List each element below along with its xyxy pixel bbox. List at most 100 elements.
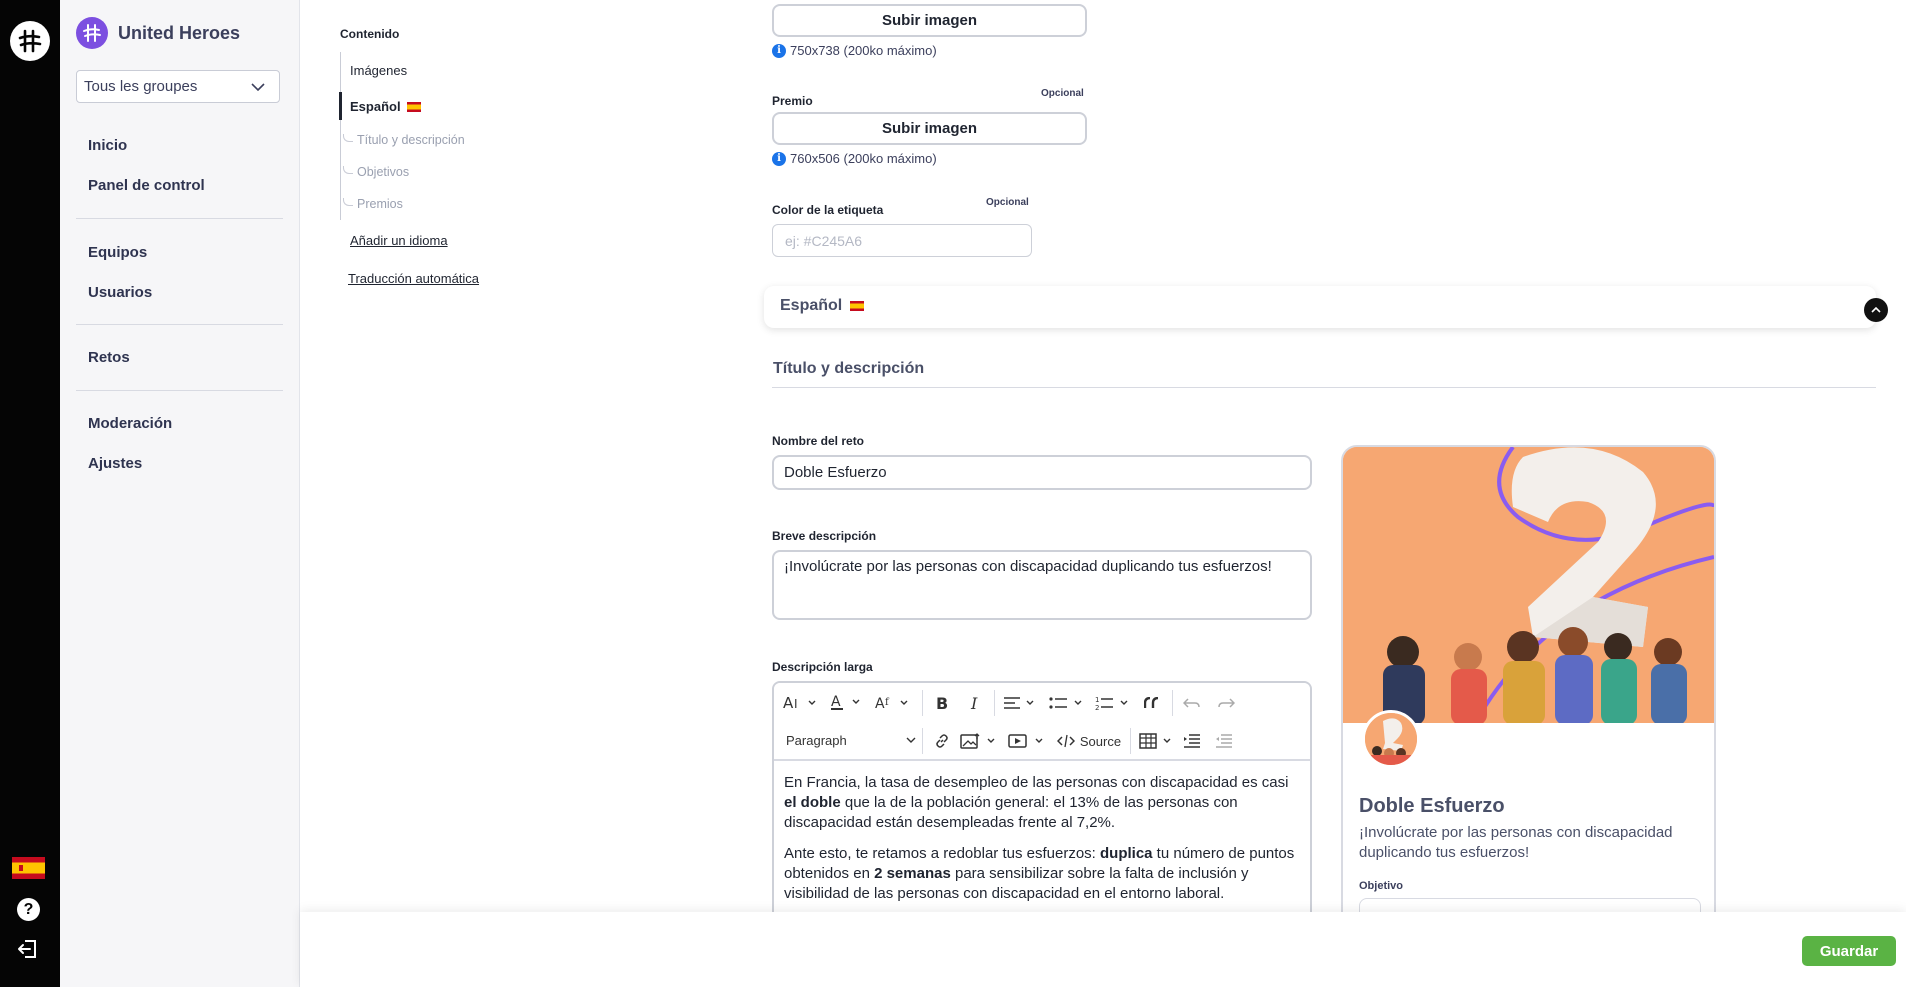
main-content: Contenido Imágenes Español Título y desc… xyxy=(300,0,1906,912)
paragraph-format-select[interactable]: Paragraph xyxy=(786,728,916,752)
insert-image-icon[interactable] xyxy=(960,728,1000,754)
toolbar-separator xyxy=(994,690,995,716)
svg-text:A: A xyxy=(783,695,794,711)
italic-icon[interactable]: I xyxy=(964,690,986,716)
toc-sub-objetivos[interactable]: Objetivos xyxy=(357,165,409,179)
short-description-textarea[interactable]: ¡Involúcrate por las personas con discap… xyxy=(772,550,1312,620)
editor-toolbar: AI A Af B I 1 2 Paragraph Source xyxy=(774,683,1310,761)
editor-bold-text: 2 semanas xyxy=(874,865,951,882)
blockquote-icon[interactable] xyxy=(1140,690,1164,716)
toc-sub-premios[interactable]: Premios xyxy=(357,197,403,211)
svg-text:1: 1 xyxy=(1095,696,1099,704)
language-panel-header[interactable]: Español xyxy=(764,286,1888,328)
upload-image-button[interactable]: Subir imagen xyxy=(772,4,1087,37)
logout-icon[interactable] xyxy=(16,937,40,961)
challenge-badge-icon xyxy=(1362,710,1420,768)
sidebar-item-ajustes[interactable]: Ajustes xyxy=(88,455,142,472)
source-icon xyxy=(1056,734,1075,748)
language-panel-label: Español xyxy=(780,297,843,314)
collapse-icon[interactable] xyxy=(1864,298,1888,322)
editor-content[interactable]: En Francia, la tasa de desempleo de las … xyxy=(784,773,1296,912)
font-color-icon[interactable]: A xyxy=(830,690,866,716)
paragraph-format-value: Paragraph xyxy=(786,732,847,748)
app-rail: ? xyxy=(0,0,60,987)
tag-color-input[interactable] xyxy=(772,224,1032,257)
indent-icon[interactable] xyxy=(1180,728,1204,754)
brand[interactable]: United Heroes xyxy=(76,17,240,49)
sidebar-item-retos[interactable]: Retos xyxy=(88,349,130,366)
toc-active-indicator xyxy=(339,92,342,120)
bold-icon[interactable]: B xyxy=(930,690,954,716)
insert-media-icon[interactable] xyxy=(1008,728,1048,754)
align-icon[interactable] xyxy=(1002,690,1040,716)
source-label: Source xyxy=(1079,733,1122,749)
tag-color-label: Color de la etiqueta xyxy=(772,203,884,217)
sidebar-item-equipos[interactable]: Equipos xyxy=(88,244,147,261)
redo-icon[interactable] xyxy=(1214,690,1238,716)
tag-color-optional: Opcional xyxy=(986,197,1029,208)
preview-objective-box xyxy=(1359,898,1701,912)
toc-title: Contenido xyxy=(340,27,400,41)
preview-description: ¡Involúcrate por las personas con discap… xyxy=(1359,824,1673,861)
toolbar-separator xyxy=(1172,690,1173,716)
group-select-value: Tous les groupes xyxy=(84,78,198,95)
group-select[interactable]: Tous les groupes xyxy=(76,70,280,103)
toc-branch xyxy=(343,166,353,174)
challenge-preview-card: Doble Esfuerzo ¡Involúcrate por las pers… xyxy=(1341,445,1716,912)
outdent-icon[interactable] xyxy=(1212,728,1236,754)
svg-text:B: B xyxy=(936,695,948,711)
toc-branch xyxy=(343,134,353,142)
add-language-link[interactable]: Añadir un idioma xyxy=(350,233,448,248)
undo-icon[interactable] xyxy=(1180,690,1204,716)
svg-text:I: I xyxy=(970,695,978,711)
image-size-hint-text: 750x738 (200ko máximo) xyxy=(790,43,937,58)
sidebar-divider xyxy=(76,218,283,219)
editor-text: que la de la población general: el 13% d… xyxy=(784,794,1238,831)
editor-text: En Francia, la tasa de desempleo de las … xyxy=(784,774,1289,791)
prize-optional: Opcional xyxy=(1041,88,1084,99)
toc-item-imagenes[interactable]: Imágenes xyxy=(350,63,407,78)
challenge-name-label: Nombre del reto xyxy=(772,434,865,448)
editor-bold-text: duplica xyxy=(1100,845,1153,862)
svg-text:A: A xyxy=(875,696,885,711)
editor-paragraph: En Francia, la tasa de desempleo de las … xyxy=(784,773,1296,833)
prize-size-hint-text: 760x506 (200ko máximo) xyxy=(790,151,937,166)
preview-objective-label: Objetivo xyxy=(1359,880,1404,892)
sidebar-item-moderacion[interactable]: Moderación xyxy=(88,415,172,432)
info-icon: i xyxy=(772,151,786,166)
toc-line xyxy=(340,52,341,220)
short-description-label: Breve descripción xyxy=(772,529,877,543)
spain-flag-icon[interactable] xyxy=(12,857,45,879)
save-button[interactable]: Guardar xyxy=(1802,936,1896,966)
insert-table-icon[interactable] xyxy=(1138,728,1176,754)
image-size-hint: i 750x738 (200ko máximo) xyxy=(772,43,937,58)
numbered-list-icon[interactable]: 12 xyxy=(1094,690,1134,716)
font-size-icon[interactable]: AI xyxy=(782,690,820,716)
challenge-name-input[interactable] xyxy=(772,455,1312,490)
long-description-label: Descripción larga xyxy=(772,660,873,674)
sidebar-item-panel[interactable]: Panel de control xyxy=(88,177,205,194)
info-icon: i xyxy=(772,43,786,58)
auto-translate-link[interactable]: Traducción automática xyxy=(348,271,479,286)
sidebar-item-usuarios[interactable]: Usuarios xyxy=(88,284,152,301)
help-icon[interactable]: ? xyxy=(17,898,40,921)
svg-text:A: A xyxy=(831,694,841,710)
footer-bar: Guardar xyxy=(300,912,1906,987)
bulleted-list-icon[interactable] xyxy=(1048,690,1088,716)
chevron-down-icon xyxy=(906,737,916,743)
toc-sub-titulo[interactable]: Título y descripción xyxy=(357,133,465,147)
spain-flag-icon xyxy=(850,301,865,311)
sidebar-divider xyxy=(76,390,283,391)
source-button[interactable]: Source xyxy=(1054,728,1124,754)
app-logo-icon[interactable] xyxy=(10,21,50,61)
upload-prize-button[interactable]: Subir imagen xyxy=(772,112,1087,145)
brand-logo-icon xyxy=(76,17,108,49)
toc-item-espanol[interactable]: Español xyxy=(350,99,421,114)
svg-text:f: f xyxy=(885,697,890,708)
link-icon[interactable] xyxy=(930,728,954,754)
svg-text:2: 2 xyxy=(1095,704,1099,711)
font-family-icon[interactable]: Af xyxy=(874,690,912,716)
toc-branch xyxy=(343,198,353,206)
rich-text-editor: AI A Af B I 1 2 Paragraph Source En Fran… xyxy=(772,681,1312,912)
sidebar-item-inicio[interactable]: Inicio xyxy=(88,137,127,154)
